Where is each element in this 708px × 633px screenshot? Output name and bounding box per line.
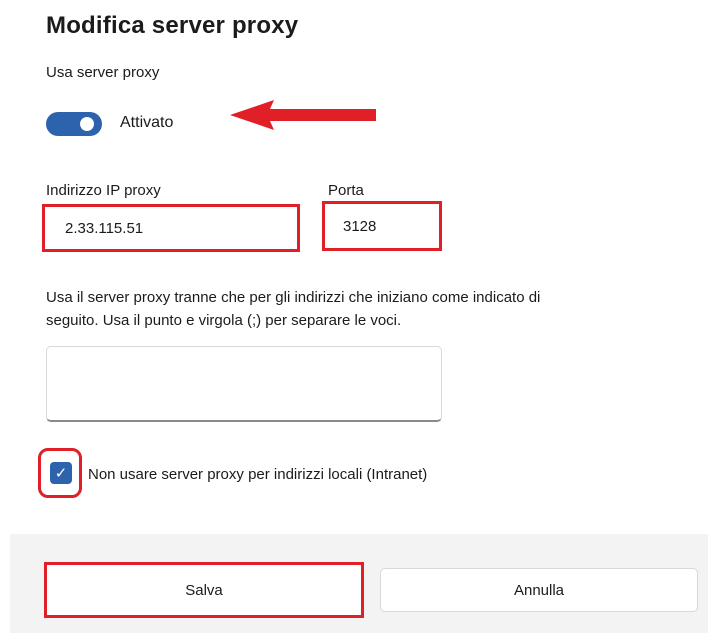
toggle-knob <box>80 117 94 131</box>
bypass-local-checkbox[interactable]: ✓ <box>50 462 72 484</box>
dialog-title: Modifica server proxy <box>46 12 299 39</box>
checkmark-icon: ✓ <box>54 465 68 482</box>
toggle-state-label: Attivato <box>120 114 174 131</box>
annotation-arrow-icon <box>230 100 376 130</box>
bypass-local-label: Non usare server proxy per indirizzi loc… <box>88 466 428 483</box>
proxy-ip-input[interactable]: 2.33.115.51 <box>42 204 300 252</box>
save-button[interactable]: Salva <box>44 562 364 618</box>
exceptions-textarea[interactable] <box>46 346 442 422</box>
proxy-ip-label: Indirizzo IP proxy <box>46 182 161 199</box>
use-proxy-label: Usa server proxy <box>46 64 160 81</box>
exceptions-description: Usa il server proxy tranne che per gli i… <box>46 289 541 329</box>
port-input[interactable]: 3128 <box>322 201 442 251</box>
port-label: Porta <box>328 182 364 199</box>
cancel-button[interactable]: Annulla <box>380 568 698 612</box>
use-proxy-toggle[interactable] <box>46 112 102 136</box>
